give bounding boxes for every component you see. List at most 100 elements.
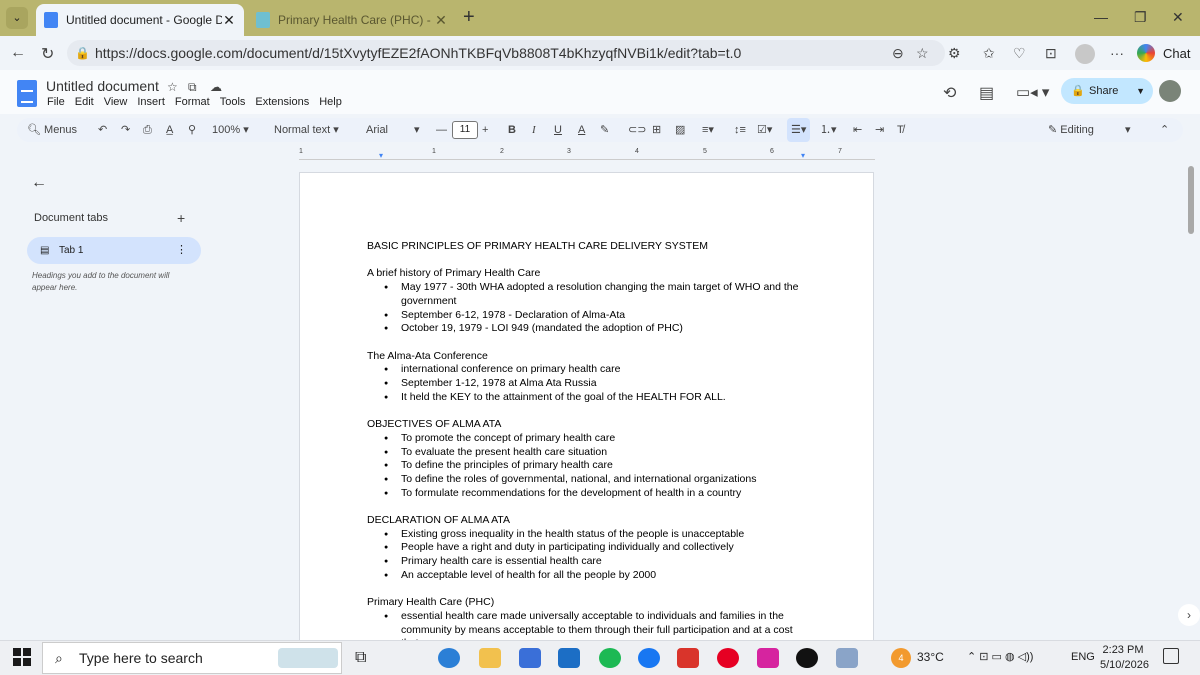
font-size-input[interactable]: 11 [452, 121, 478, 139]
wps-office-icon[interactable] [677, 648, 699, 668]
close-tab-icon[interactable]: ✕ [222, 12, 236, 29]
tab-search-button[interactable]: ⌄ [6, 7, 28, 29]
decrease-indent-icon[interactable]: ⇤ [853, 118, 862, 142]
underline-icon[interactable]: U [554, 118, 562, 142]
sidebar-tab-1[interactable]: ▤ Tab 1 ⋮ [27, 237, 201, 264]
menu-extensions[interactable]: Extensions [255, 96, 309, 108]
browser-tab-docs[interactable]: Untitled document - Google Docs ✕ [36, 4, 244, 36]
decrease-font-size-icon[interactable]: — [436, 118, 447, 142]
close-outline-icon[interactable]: ← [31, 174, 47, 192]
back-icon[interactable]: ← [10, 44, 26, 62]
notifications-icon[interactable] [1163, 648, 1179, 664]
file-explorer-icon[interactable] [479, 648, 501, 668]
pinterest-icon[interactable] [717, 648, 739, 668]
search-highlight-icon[interactable] [278, 648, 338, 668]
scroll-thumb[interactable] [1188, 166, 1194, 234]
reload-icon[interactable]: ↻ [41, 44, 54, 64]
temperature[interactable]: 33°C [917, 650, 944, 664]
hide-menus-icon[interactable]: ⌃ [1160, 118, 1169, 142]
weather-icon[interactable]: 4 [891, 648, 911, 668]
url-bar[interactable]: 🔒 https://docs.google.com/document/d/15t… [67, 40, 945, 66]
instagram-icon[interactable] [757, 648, 779, 668]
close-window-icon[interactable]: ✕ [1172, 9, 1184, 26]
minimize-icon[interactable]: — [1094, 9, 1108, 25]
insert-image-icon[interactable]: ▨ [675, 118, 685, 142]
vertical-scrollbar[interactable] [1186, 162, 1198, 637]
profile-avatar[interactable] [1075, 44, 1095, 64]
cloud-status-icon[interactable]: ☁ [210, 80, 222, 94]
menu-tools[interactable]: Tools [220, 96, 246, 108]
increase-font-size-icon[interactable]: + [482, 118, 488, 142]
menu-view[interactable]: View [104, 96, 128, 108]
italic-icon[interactable]: I [532, 118, 536, 142]
star-icon[interactable]: ☆ [167, 80, 178, 94]
menu-file[interactable]: File [47, 96, 65, 108]
chevron-down-icon[interactable]: ▼ [1136, 78, 1145, 104]
document-title[interactable]: Untitled document [46, 78, 159, 94]
chevron-right-icon[interactable]: › [1178, 604, 1200, 626]
meet-icon[interactable]: ▭◂ ▾ [1016, 83, 1049, 101]
bold-icon[interactable]: B [508, 118, 516, 142]
horizontal-ruler[interactable]: 1 1 2 3 4 5 6 7 ▾ ▾ [299, 148, 875, 160]
tab-options-icon[interactable]: ⋮ [176, 237, 187, 264]
menu-format[interactable]: Format [175, 96, 210, 108]
close-tab-icon[interactable]: ✕ [434, 12, 448, 29]
share-button[interactable]: 🔒 Share ▼ [1061, 78, 1153, 104]
facebook-icon[interactable] [638, 648, 660, 668]
redo-icon[interactable]: ↷ [121, 118, 130, 142]
numbered-list-icon[interactable]: ⒈▾ [820, 118, 837, 142]
bookmark-star-icon[interactable]: ☆ [916, 45, 929, 62]
restore-icon[interactable]: ❐ [1134, 9, 1147, 26]
version-history-icon[interactable]: ⟲ [943, 83, 956, 103]
undo-icon[interactable]: ↶ [98, 118, 107, 142]
clock[interactable]: 2:23 PM 5/10/2026 [1100, 643, 1149, 673]
move-folder-icon[interactable]: ⧉ [188, 80, 197, 95]
font-select[interactable]: Arial [366, 118, 388, 142]
checklist-icon[interactable]: ☑▾ [757, 118, 772, 142]
link-icon[interactable]: ⊂⊃ [628, 118, 646, 142]
add-tab-icon[interactable]: + [177, 210, 185, 226]
document-body[interactable]: BASIC PRINCIPLES OF PRIMARY HEALTH CARE … [367, 240, 812, 641]
outlook-icon[interactable] [558, 648, 580, 668]
system-tray-icons[interactable]: ⌃ ⊡ ▭ ◍ ◁)) [967, 650, 1033, 663]
menus-search[interactable]: 🔍︎ Menus [27, 118, 77, 142]
browser-tab-phc[interactable]: Primary Health Care (PHC) - RNpe ✕ [248, 4, 456, 36]
document-page[interactable]: BASIC PRINCIPLES OF PRIMARY HEALTH CARE … [299, 172, 874, 642]
extensions-icon[interactable]: ⚙ [948, 45, 961, 62]
task-view-icon[interactable]: ⧉ [355, 648, 377, 668]
style-select[interactable]: Normal text ▾ [274, 118, 339, 142]
app-icon[interactable] [836, 648, 858, 668]
zoom-icon[interactable]: ⊖ [892, 45, 904, 62]
edge-icon[interactable] [438, 648, 460, 668]
bulleted-list-icon[interactable]: ☰▾ [787, 118, 811, 142]
menu-edit[interactable]: Edit [75, 96, 94, 108]
windows-start-icon[interactable] [13, 648, 31, 666]
account-avatar[interactable] [1159, 80, 1181, 102]
editing-mode-select[interactable]: ✎ Editing [1048, 118, 1094, 142]
text-color-icon[interactable]: A [578, 118, 585, 142]
store-icon[interactable] [519, 648, 541, 668]
align-icon[interactable]: ≡▾ [702, 118, 714, 142]
paint-format-icon[interactable]: ⚲ [188, 118, 196, 142]
tiktok-icon[interactable] [796, 648, 818, 668]
increase-indent-icon[interactable]: ⇥ [875, 118, 884, 142]
add-comment-icon[interactable]: ⊞ [652, 118, 661, 142]
menu-insert[interactable]: Insert [137, 96, 165, 108]
clear-formatting-icon[interactable]: T̸ [897, 118, 904, 142]
google-docs-logo-icon[interactable] [17, 80, 37, 107]
chevron-down-icon[interactable]: ▾ [1125, 118, 1131, 142]
zoom-select[interactable]: 100% ▾ [212, 118, 249, 142]
spellcheck-icon[interactable]: A̲ [166, 118, 173, 142]
screenshot-icon[interactable]: ⊡ [1045, 45, 1057, 62]
line-spacing-icon[interactable]: ↕≡ [734, 118, 746, 142]
more-options-icon[interactable]: ··· [1110, 45, 1124, 61]
menu-help[interactable]: Help [319, 96, 342, 108]
spotify-icon[interactable] [599, 648, 621, 668]
site-info-icon[interactable]: 🔒 [75, 40, 90, 66]
indent-marker-icon[interactable]: ▾ [379, 151, 383, 160]
language-indicator[interactable]: ENG [1071, 651, 1095, 663]
new-tab-button[interactable]: + [463, 7, 475, 27]
comments-icon[interactable]: ▤ [979, 83, 994, 103]
chevron-down-icon[interactable]: ▾ [414, 118, 420, 142]
highlight-icon[interactable]: ✎ [600, 118, 609, 142]
